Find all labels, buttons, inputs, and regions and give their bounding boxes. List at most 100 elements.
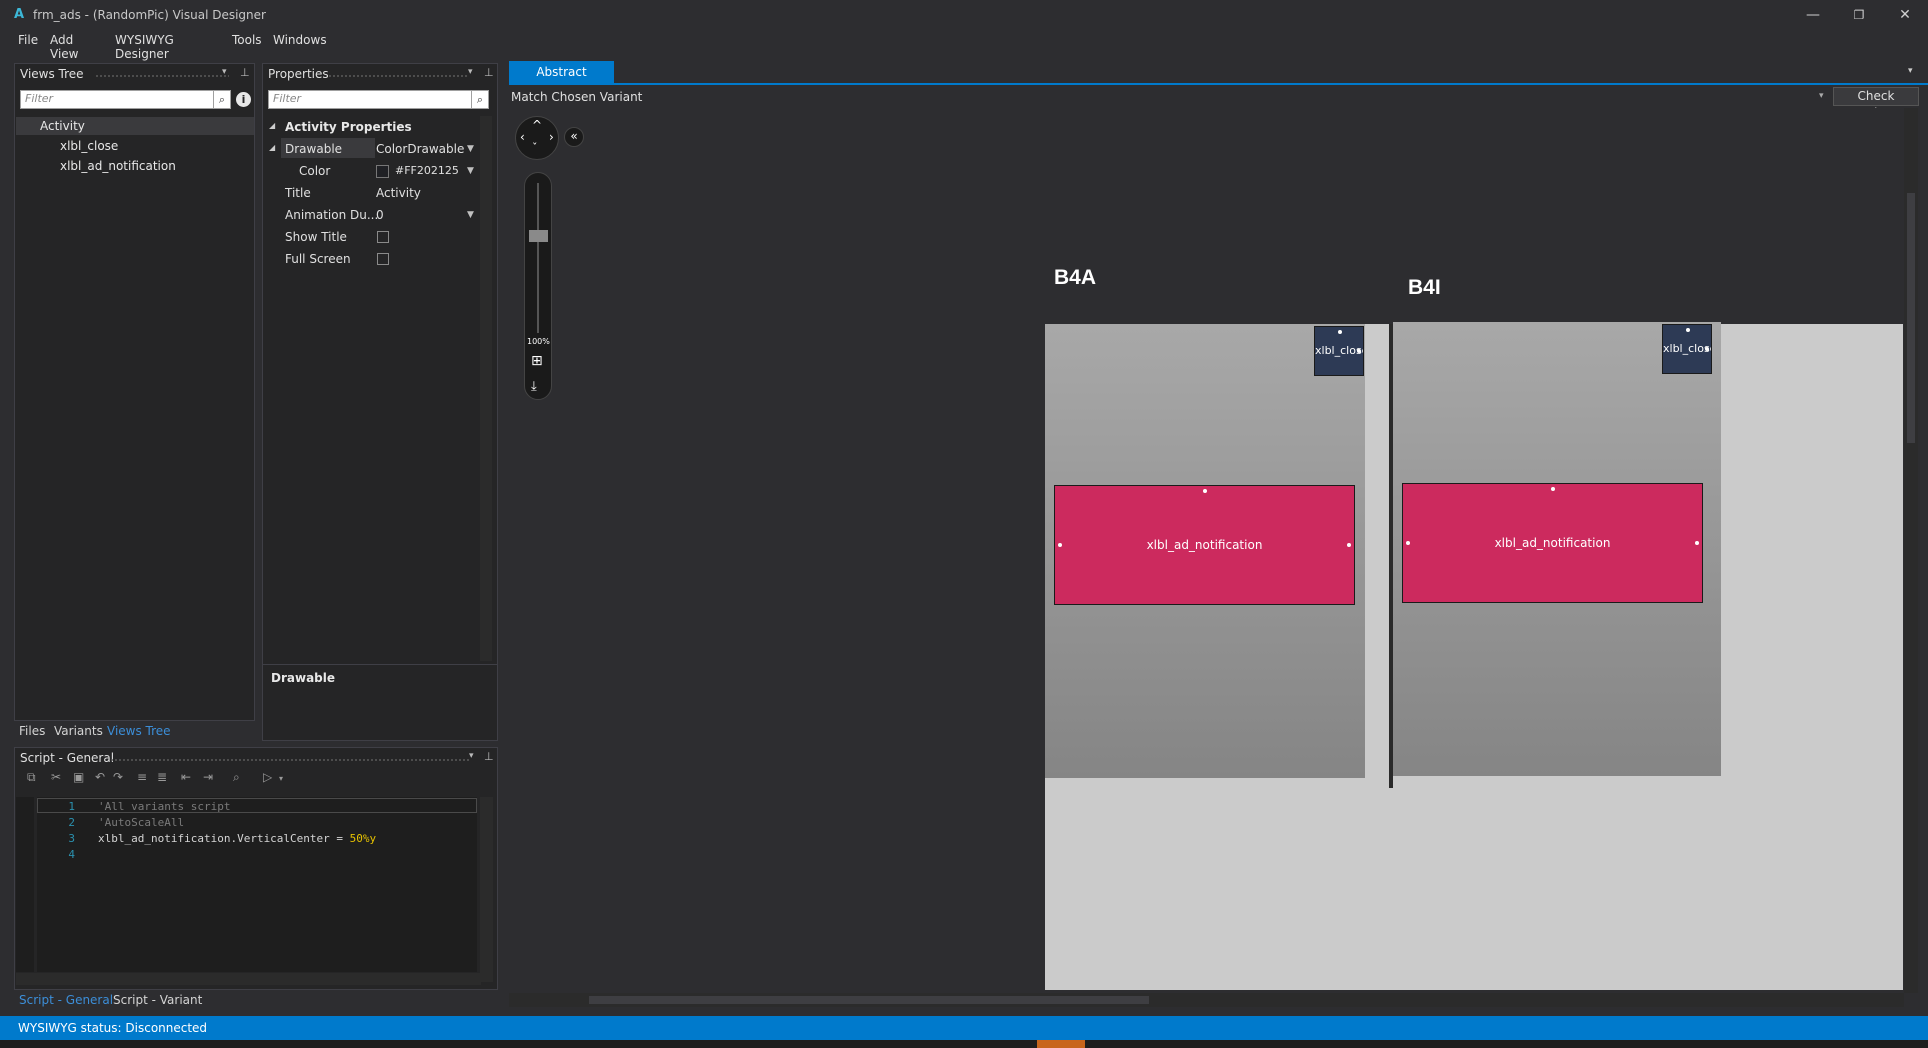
xlbl-ad-notification-b4a[interactable]: xlbl_ad_notification: [1054, 485, 1355, 605]
chevron-down-icon[interactable]: ▼: [467, 144, 474, 154]
pin-icon[interactable]: ⊥: [484, 750, 494, 763]
tree-item-xlbl-close[interactable]: xlbl_close: [60, 139, 118, 153]
views-tree-panel: Views Tree ▾ ⊥ Filter ⌕ i Activity xlbl_…: [14, 63, 255, 721]
chevron-down-icon[interactable]: ▾: [222, 67, 227, 77]
anchor-handle[interactable]: [1338, 330, 1342, 334]
run-icon[interactable]: ▷: [263, 770, 272, 784]
properties-scrollbar[interactable]: [480, 116, 492, 661]
properties-filter-input[interactable]: Filter: [268, 90, 473, 109]
zoom-track[interactable]: [537, 183, 539, 333]
designer-vscrollbar[interactable]: [1904, 108, 1918, 993]
tab-abstract-designer[interactable]: Abstract Designer: [509, 61, 614, 101]
property-value-drawable[interactable]: ColorDrawable: [376, 142, 464, 156]
chevron-up-icon[interactable]: ^: [532, 118, 542, 132]
property-value-color[interactable]: #FF202125: [395, 164, 459, 177]
script-scrollbar[interactable]: [480, 797, 493, 982]
property-value-animation-duration[interactable]: 0: [376, 208, 384, 222]
collapse-icon[interactable]: ◢: [269, 143, 275, 152]
anchor-handle[interactable]: [1686, 328, 1690, 332]
property-value-title[interactable]: Activity: [376, 186, 421, 200]
paste-icon[interactable]: ▣: [73, 770, 84, 784]
search-icon[interactable]: ⌕: [213, 90, 231, 109]
find-icon[interactable]: ⌕: [233, 770, 240, 785]
line-number: 2: [68, 816, 75, 829]
undo-icon[interactable]: ↶: [95, 770, 105, 784]
outdent-icon[interactable]: ⇤: [181, 770, 191, 784]
line-number: 3: [68, 832, 75, 845]
script-hscrollbar[interactable]: [16, 973, 481, 985]
zoom-level: 100%: [527, 337, 550, 346]
tree-item-xlbl-ad-notification[interactable]: xlbl_ad_notification: [60, 159, 176, 173]
anchor-handle[interactable]: [1347, 543, 1351, 547]
anchor-handle[interactable]: [1551, 487, 1555, 491]
line-number: 1: [68, 800, 75, 813]
anchor-handle[interactable]: [1357, 349, 1361, 353]
panel-grip[interactable]: [328, 74, 468, 78]
tab-script-general[interactable]: Script - General: [19, 993, 113, 1007]
chevron-down-icon[interactable]: ▾: [279, 774, 283, 783]
property-label-animation-duration: Animation Du...: [285, 208, 379, 222]
scroll-thumb[interactable]: [589, 996, 1149, 1004]
xlbl-ad-notification-b4i[interactable]: xlbl_ad_notification: [1402, 483, 1703, 603]
menu-add-view[interactable]: Add View: [50, 33, 78, 61]
zoom-slider-thumb[interactable]: [529, 230, 548, 242]
tab-script-variant[interactable]: Script - Variant: [113, 993, 202, 1007]
copy-icon[interactable]: ⧉: [27, 770, 36, 785]
left-bottom-tabs: Files Variants Views Tree: [14, 721, 255, 741]
anchor-handle[interactable]: [1695, 541, 1699, 545]
menu-tools[interactable]: Tools: [232, 33, 262, 47]
info-icon[interactable]: i: [236, 92, 251, 107]
cut-icon[interactable]: ✂: [51, 770, 61, 784]
chevron-left-icon[interactable]: ‹: [520, 130, 525, 144]
chevron-down-icon[interactable]: ▾: [468, 67, 473, 77]
chevron-down-icon[interactable]: ▼: [467, 166, 474, 176]
menu-file[interactable]: File: [18, 33, 38, 47]
designer-hscrollbar[interactable]: [509, 993, 1904, 1007]
chevron-down-icon[interactable]: ▾: [1819, 91, 1824, 101]
tree-item-activity[interactable]: Activity: [40, 119, 85, 133]
search-icon[interactable]: ⌕: [471, 90, 489, 109]
uncomment-icon[interactable]: ≣: [157, 770, 167, 784]
anchor-handle[interactable]: [1705, 347, 1709, 351]
views-tree-title: Views Tree: [20, 67, 84, 81]
anchor-handle[interactable]: [1203, 489, 1207, 493]
tab-variants[interactable]: Variants: [54, 724, 103, 738]
comment-icon[interactable]: ≡: [137, 770, 147, 784]
indent-icon[interactable]: ⇥: [203, 770, 213, 784]
chevron-down-icon[interactable]: ▾: [1908, 66, 1913, 76]
pin-icon[interactable]: ⊥: [484, 66, 494, 79]
redo-icon[interactable]: ↷: [113, 770, 123, 784]
chevron-right-icon[interactable]: ›: [549, 130, 554, 144]
panel-grip[interactable]: [95, 74, 229, 78]
show-title-checkbox[interactable]: [377, 231, 389, 243]
full-screen-checkbox[interactable]: [377, 253, 389, 265]
chevron-down-icon[interactable]: ▾: [469, 751, 474, 761]
views-filter-input[interactable]: Filter: [20, 90, 215, 109]
chevron-down-icon[interactable]: ▼: [467, 210, 474, 220]
collapse-toolbox-icon[interactable]: «: [564, 127, 584, 147]
variant-mode-select[interactable]: Match Chosen Variant: [511, 90, 642, 104]
fit-to-screen-icon[interactable]: ⊞: [531, 353, 543, 369]
download-icon[interactable]: ⤓: [531, 379, 537, 394]
designer-canvas[interactable]: ^ ‹ › ˇ « 100% ⊞ ⤓ B4A xlbl_close xlbl_a…: [509, 108, 1904, 993]
anchor-handle[interactable]: [1406, 541, 1410, 545]
color-swatch[interactable]: [376, 165, 389, 178]
chevron-down-icon[interactable]: ˇ: [532, 141, 538, 154]
code-value: 50%y: [349, 832, 377, 845]
script-bottom-tabs: Script - General Script - Variant: [14, 990, 498, 1010]
tab-views-tree[interactable]: Views Tree: [107, 724, 171, 738]
pin-icon[interactable]: ⊥: [240, 66, 250, 79]
tab-files[interactable]: Files: [19, 724, 45, 738]
scroll-thumb[interactable]: [1907, 193, 1915, 443]
code-comment: 'AutoScaleAll: [98, 816, 185, 829]
menu-windows[interactable]: Windows: [273, 33, 327, 47]
panel-grip[interactable]: [110, 758, 470, 762]
anchor-handle[interactable]: [1058, 543, 1062, 547]
pan-control[interactable]: ^ ‹ › ˇ: [515, 116, 559, 160]
menu-wysiwyg-designer[interactable]: WYSIWYG Designer: [115, 33, 174, 61]
minimize-icon[interactable]: —: [1790, 0, 1836, 30]
close-icon[interactable]: ✕: [1882, 0, 1928, 30]
check-anchors-button[interactable]: Check Anchors: [1833, 87, 1919, 120]
collapse-icon[interactable]: ◢: [269, 121, 275, 130]
restore-icon[interactable]: ❐: [1836, 0, 1882, 30]
